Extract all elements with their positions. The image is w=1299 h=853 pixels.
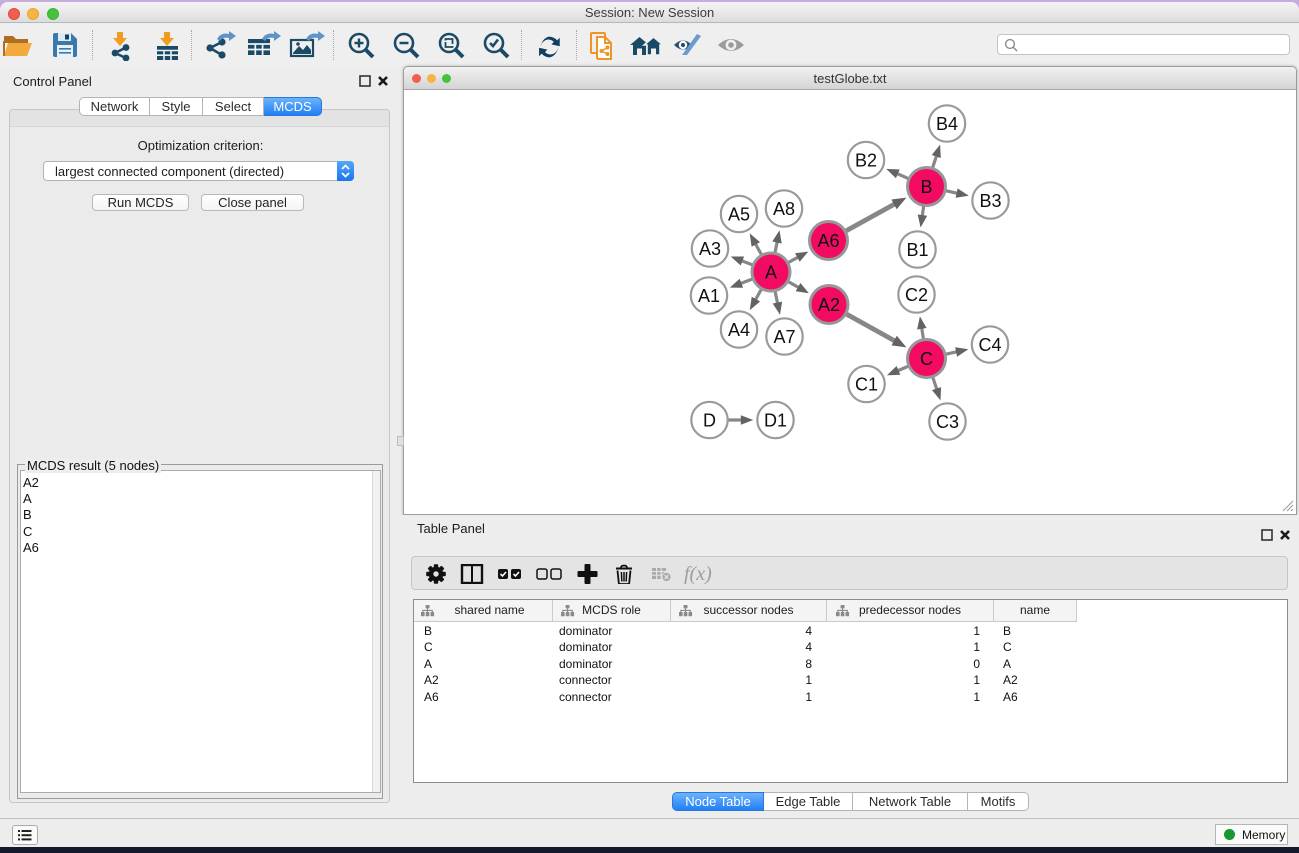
svg-text:B1: B1 — [906, 240, 928, 260]
svg-text:D: D — [703, 411, 716, 431]
svg-text:A7: A7 — [773, 327, 795, 347]
svg-text:A2: A2 — [818, 295, 840, 315]
svg-text:A6: A6 — [817, 231, 839, 251]
svg-text:C3: C3 — [936, 412, 959, 432]
svg-text:A8: A8 — [773, 199, 795, 219]
svg-text:C: C — [920, 349, 933, 369]
svg-text:A: A — [765, 263, 777, 283]
svg-text:A1: A1 — [698, 286, 720, 306]
svg-text:C1: C1 — [855, 375, 878, 395]
svg-text:B2: B2 — [855, 151, 877, 171]
svg-text:A3: A3 — [699, 239, 721, 259]
svg-text:D1: D1 — [764, 411, 787, 431]
svg-text:B: B — [920, 177, 932, 197]
svg-text:C2: C2 — [905, 285, 928, 305]
svg-text:A4: A4 — [728, 320, 750, 340]
svg-text:A5: A5 — [728, 205, 750, 225]
svg-text:B3: B3 — [979, 191, 1001, 211]
svg-text:B4: B4 — [936, 114, 958, 134]
svg-text:f(x): f(x) — [684, 564, 712, 584]
svg-text:C4: C4 — [978, 335, 1001, 355]
